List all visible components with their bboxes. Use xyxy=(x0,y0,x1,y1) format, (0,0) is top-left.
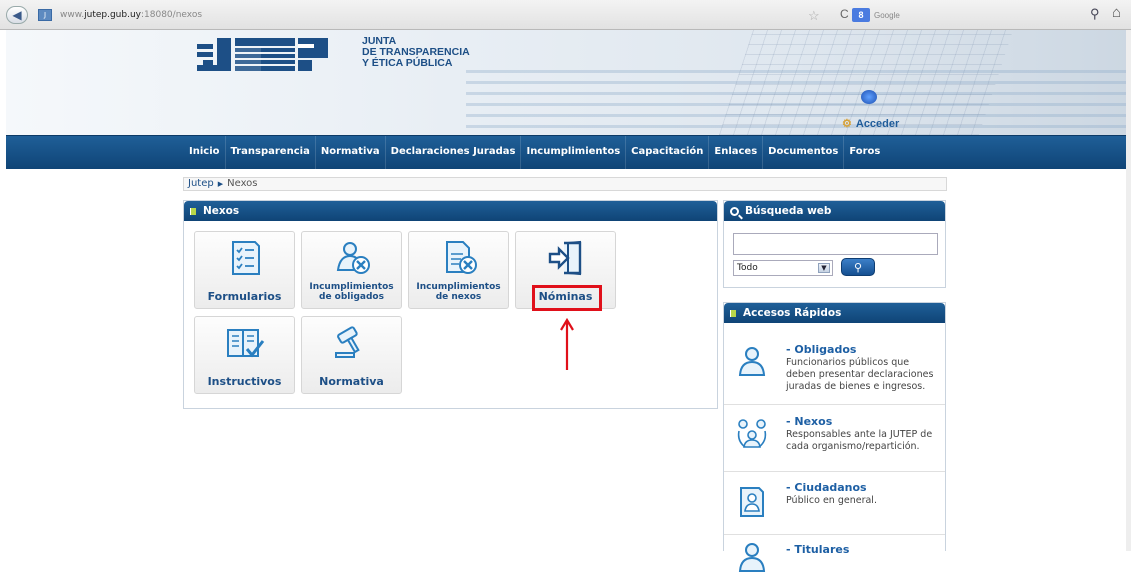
tile-label-line1: Incumplimientos xyxy=(416,282,501,292)
door-enter-icon xyxy=(548,240,582,276)
nav-item-foros[interactable]: Foros xyxy=(844,136,885,170)
arrow-left-icon: ◀ xyxy=(12,8,22,22)
bookmark-star-icon[interactable]: ☆ xyxy=(808,8,820,24)
pen-decoration xyxy=(861,90,877,104)
tile-formularios[interactable]: Formularios xyxy=(194,231,295,309)
tile-label-line2: de obligados xyxy=(319,292,384,302)
org-name-line3: Y ÉTICA PÚBLICA xyxy=(362,57,453,69)
web-search-header: Búsqueda web xyxy=(724,201,945,221)
chevron-down-icon: ▼ xyxy=(818,263,830,273)
url-rest: :18080/nexos xyxy=(141,10,203,20)
breadcrumb: Jutep ▶ Nexos xyxy=(183,177,947,191)
nav-item-incumplimientos[interactable]: Incumplimientos xyxy=(521,136,627,170)
browser-search-box[interactable]: 8 Google xyxy=(852,6,922,24)
login-label: Acceder xyxy=(855,117,900,130)
arrow-up-icon xyxy=(560,318,574,370)
tile-label-line1: Incumplimientos xyxy=(309,282,394,292)
person-icon xyxy=(738,347,766,376)
tile-incumplimientos-obligados[interactable]: Incumplimientos de obligados xyxy=(301,231,402,309)
flag-icon xyxy=(730,309,736,317)
url-host: jutep.gub.uy xyxy=(84,10,141,20)
quick-access-item-desc: Responsables ante la JUTEP de cada organ… xyxy=(786,429,933,452)
nav-item-declaraciones[interactable]: Declaraciones Juradas xyxy=(386,136,522,170)
quick-access-item-nexos[interactable]: - Nexos Responsables ante la JUTEP de ca… xyxy=(724,415,945,472)
nav-item-normativa[interactable]: Normativa xyxy=(316,136,386,170)
select-value: Todo xyxy=(737,263,758,273)
quick-access-item-ciudadanos[interactable]: - Ciudadanos Público en general. xyxy=(724,481,945,535)
quick-access-item-desc: Público en general. xyxy=(786,495,877,506)
quick-access-item-title: - Titulares xyxy=(786,543,850,556)
key-icon: ⚙ xyxy=(842,118,852,130)
document-breach-icon xyxy=(446,241,477,274)
book-check-icon xyxy=(227,329,265,358)
browser-search-icon[interactable]: ⚲ xyxy=(1090,6,1100,22)
home-icon[interactable]: ⌂ xyxy=(1112,4,1121,21)
nav-item-documentos[interactable]: Documentos xyxy=(763,136,845,170)
gavel-icon xyxy=(335,326,360,358)
tile-label: Normativa xyxy=(319,375,384,388)
tile-label: Formularios xyxy=(207,290,282,303)
address-bar[interactable]: J www. jutep.gub.uy:18080/nexos xyxy=(38,6,638,24)
nav-item-transparencia[interactable]: Transparencia xyxy=(226,136,316,170)
search-button[interactable]: ⚲ xyxy=(841,258,875,276)
quick-access-header: Accesos Rápidos xyxy=(724,303,945,323)
favicon-icon: J xyxy=(38,9,52,21)
quick-access-item-title: - Nexos xyxy=(786,415,833,428)
forms-icon xyxy=(232,241,260,275)
breadcrumb-root[interactable]: Jutep xyxy=(188,178,214,189)
nav-item-inicio[interactable]: Inicio xyxy=(184,136,226,170)
quick-access-item-desc: Funcionarios públicos que deben presenta… xyxy=(786,357,934,392)
web-search-title: Búsqueda web xyxy=(745,205,832,217)
search-icon: ⚲ xyxy=(853,261,863,274)
breadcrumb-current: Nexos xyxy=(227,178,258,189)
google-logo-icon: 8 xyxy=(852,8,870,22)
quick-access-item-title: - Ciudadanos xyxy=(786,481,867,494)
tile-instructivos[interactable]: Instructivos xyxy=(194,316,295,394)
highlight-box xyxy=(532,285,602,311)
reload-icon[interactable]: C xyxy=(840,7,849,21)
jutep-logo[interactable] xyxy=(197,38,337,74)
nexos-panel-header: Nexos xyxy=(184,201,717,221)
search-scope-select[interactable]: Todo ▼ xyxy=(733,260,833,276)
tile-normativa[interactable]: Normativa xyxy=(301,316,402,394)
tile-label-line2: de nexos xyxy=(435,292,482,302)
org-name: JUNTA DE TRANSPARENCIA Y ÉTICA PÚBLICA xyxy=(362,36,470,69)
main-nav: Inicio Transparencia Normativa Declaraci… xyxy=(6,135,1131,170)
flag-icon xyxy=(190,207,196,215)
login-link[interactable]: ⚙ Acceder xyxy=(842,117,900,131)
breadcrumb-arrow-icon: ▶ xyxy=(217,180,224,188)
site-banner xyxy=(6,30,1131,135)
quick-access-item-titulares[interactable]: - Titulares xyxy=(724,543,945,572)
page-scrollbar[interactable] xyxy=(1126,30,1131,551)
web-search-panel: Búsqueda web Todo ▼ ⚲ xyxy=(723,200,946,288)
quick-access-item-title: - Obligados xyxy=(786,343,857,356)
tile-incumplimientos-nexos[interactable]: Incumplimientos de nexos xyxy=(408,231,509,309)
url-prefix: www. xyxy=(60,10,85,20)
quick-access-title: Accesos Rápidos xyxy=(743,307,842,319)
search-input[interactable] xyxy=(733,233,938,255)
back-button[interactable]: ◀ xyxy=(6,6,28,24)
browser-toolbar: ◀ J www. jutep.gub.uy:18080/nexos ☆ C 8 G… xyxy=(0,0,1131,30)
group-icon xyxy=(737,419,767,448)
nexos-panel-title: Nexos xyxy=(203,205,240,217)
citizen-document-icon xyxy=(740,487,764,517)
search-engine-label: Google xyxy=(874,10,900,20)
tile-label: Instructivos xyxy=(207,375,282,388)
quick-access-item-obligados[interactable]: - Obligados Funcionarios públicos que de… xyxy=(724,343,945,405)
nav-item-enlaces[interactable]: Enlaces xyxy=(709,136,764,170)
tile-label: Incumplimientos de obligados xyxy=(302,282,401,302)
nav-item-capacitacion[interactable]: Capacitación xyxy=(626,136,710,170)
tile-label: Incumplimientos de nexos xyxy=(409,282,508,302)
obligated-breach-icon xyxy=(336,242,370,274)
search-icon xyxy=(730,206,739,216)
quick-access-panel: Accesos Rápidos - Obligados Funcionarios… xyxy=(723,302,946,572)
person-icon xyxy=(738,543,766,572)
